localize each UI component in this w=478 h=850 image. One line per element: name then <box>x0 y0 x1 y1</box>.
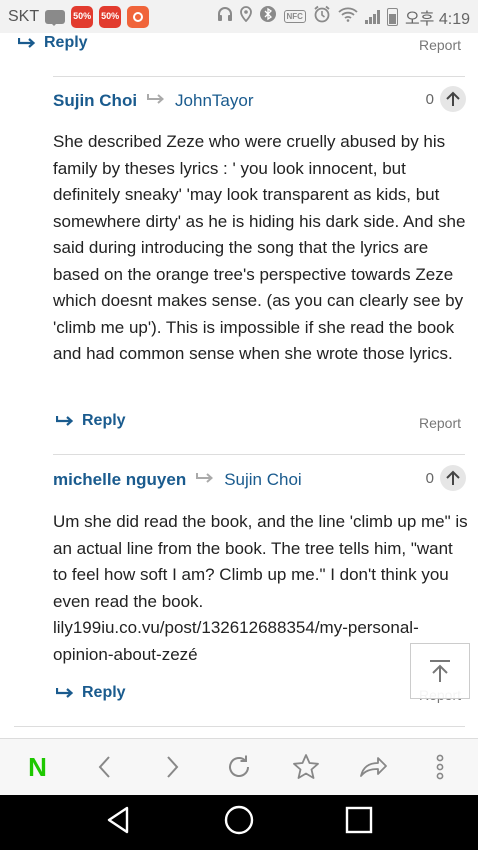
comment-header: Sujin Choi JohnTayor <box>53 91 253 111</box>
more-vert-icon <box>437 754 444 780</box>
record-icon <box>127 5 150 28</box>
clock: 오후 4:19 <box>405 5 470 29</box>
scroll-to-top-button[interactable] <box>410 643 470 699</box>
divider <box>53 454 465 455</box>
browser-toolbar: N <box>0 738 478 795</box>
battery-icon <box>386 7 398 26</box>
comment-body: Um she did read the book, and the line '… <box>53 512 468 664</box>
signal-icon <box>364 9 380 24</box>
reply-arrow-icon <box>56 414 74 428</box>
report-link[interactable]: Report <box>419 415 461 431</box>
reply-to-user[interactable]: JohnTayor <box>175 91 253 111</box>
status-bar: SKT 50% 50% NFC 오후 4:19 <box>0 0 478 33</box>
bluetooth-icon <box>259 5 277 28</box>
bookmark-star-icon <box>293 754 320 779</box>
report-link[interactable]: Report <box>419 37 461 53</box>
arrow-up-icon <box>446 470 460 485</box>
reply-button[interactable]: Reply <box>18 34 88 52</box>
bookmark-button[interactable] <box>281 742 331 792</box>
message-icon <box>45 9 66 26</box>
nav-recents-icon <box>345 806 372 834</box>
forward-icon <box>167 756 179 778</box>
reply-to-arrow-icon <box>196 471 214 490</box>
back-button[interactable] <box>80 742 130 792</box>
nav-home-button[interactable] <box>223 804 255 841</box>
reply-arrow-icon <box>18 36 36 50</box>
carrier-label: SKT <box>8 7 40 25</box>
reply-label: Reply <box>82 412 126 429</box>
notification-badge-2: 50% <box>99 5 122 28</box>
nav-back-button[interactable] <box>104 805 134 840</box>
comment-body: She described Zeze who were cruelly abus… <box>53 132 466 363</box>
headset-icon <box>217 6 233 27</box>
refresh-button[interactable] <box>214 742 264 792</box>
ampm-label: 오후 <box>404 10 435 28</box>
reply-arrow-icon <box>56 686 74 700</box>
vote-widget: 0 <box>426 86 466 112</box>
naver-home-button[interactable]: N <box>13 742 63 792</box>
upvote-button[interactable] <box>440 465 466 491</box>
divider <box>53 76 465 77</box>
naver-home-icon: N <box>28 751 47 782</box>
nav-back-icon <box>108 806 129 834</box>
comment-author[interactable]: michelle nguyen <box>53 470 186 490</box>
system-nav-bar <box>0 795 478 850</box>
alarm-icon <box>313 5 331 28</box>
vote-widget: 0 <box>426 465 466 491</box>
vote-count: 0 <box>425 469 434 487</box>
location-icon <box>239 6 252 27</box>
comment-author[interactable]: Sujin Choi <box>53 91 137 111</box>
nfc-icon: NFC <box>283 10 306 23</box>
back-icon <box>98 756 110 778</box>
share-button[interactable] <box>348 742 398 792</box>
nav-home-icon <box>224 805 254 835</box>
nav-recents-button[interactable] <box>344 805 374 840</box>
comment-thread: Reply Report Sujin Choi JohnTayor 0 She … <box>0 33 478 738</box>
notification-badge-1: 50% <box>71 5 94 28</box>
comment-header: michelle nguyen Sujin Choi <box>53 470 302 490</box>
vote-count: 0 <box>425 90 434 108</box>
upvote-button[interactable] <box>440 86 466 112</box>
reply-button[interactable]: Reply <box>56 684 126 702</box>
arrow-up-icon <box>446 91 460 106</box>
reply-to-user[interactable]: Sujin Choi <box>224 470 302 490</box>
reply-button[interactable]: Reply <box>56 412 126 430</box>
arrow-up-to-top-icon <box>430 660 450 682</box>
reply-label: Reply <box>44 34 88 51</box>
share-icon <box>360 757 388 777</box>
forward-button[interactable] <box>147 742 197 792</box>
reply-to-arrow-icon <box>147 92 165 111</box>
more-menu-button[interactable] <box>415 742 465 792</box>
divider <box>14 726 465 727</box>
time-label: 4:19 <box>438 10 470 28</box>
reply-label: Reply <box>82 684 126 701</box>
refresh-icon <box>229 755 249 777</box>
wifi-icon <box>338 6 358 27</box>
